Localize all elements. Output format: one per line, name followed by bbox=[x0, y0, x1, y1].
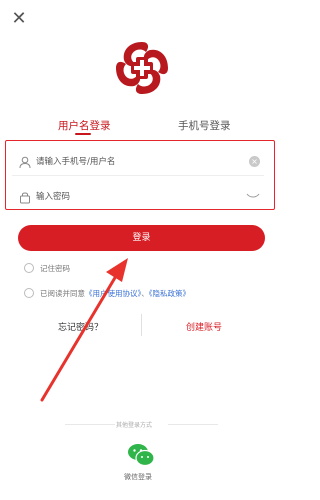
agreement-prefix: 已阅读并同意 bbox=[40, 289, 85, 298]
user-icon bbox=[19, 156, 31, 169]
other-login-title: 其他登录方式 bbox=[116, 422, 153, 429]
brand-logo bbox=[112, 38, 172, 98]
username-placeholder: 请输入手机号/用户名 bbox=[36, 157, 116, 167]
agreement-separator: 、 bbox=[141, 289, 149, 298]
password-placeholder: 输入密码 bbox=[36, 192, 71, 202]
wechat-login-label[interactable]: 微信登录 bbox=[124, 472, 152, 482]
brand-cross-logo-icon bbox=[116, 42, 168, 94]
privacy-policy-link[interactable]: 《隐私政策》 bbox=[149, 289, 190, 298]
divider-right bbox=[168, 424, 218, 425]
forgot-password-link[interactable]: 忘记密码？ bbox=[58, 320, 103, 333]
tab-active-indicator bbox=[75, 133, 91, 135]
wechat-icon[interactable] bbox=[126, 442, 156, 468]
lock-icon bbox=[20, 192, 30, 204]
agreement-text: 已阅读并同意《用户使用协议》、《隐私政策》 bbox=[40, 288, 190, 299]
create-account-link[interactable]: 创建账号 bbox=[186, 320, 222, 333]
user-agreement-link[interactable]: 《用户使用协议》 bbox=[85, 289, 141, 298]
tab-phone-login[interactable]: 手机号登录 bbox=[178, 118, 231, 133]
close-icon[interactable]: ✕ bbox=[10, 10, 28, 28]
agreement-radio[interactable] bbox=[24, 288, 34, 298]
divider-left bbox=[65, 424, 115, 425]
username-field[interactable]: 请输入手机号/用户名 × bbox=[12, 149, 264, 176]
remember-password-label: 记住密码 bbox=[40, 264, 70, 273]
remember-password-radio[interactable] bbox=[24, 263, 34, 273]
login-button[interactable]: 登录 bbox=[18, 225, 265, 251]
tab-username-login[interactable]: 用户名登录 bbox=[58, 118, 111, 133]
clear-icon[interactable]: × bbox=[249, 156, 260, 167]
divider bbox=[141, 314, 142, 336]
eye-closed-icon[interactable] bbox=[246, 192, 260, 200]
password-field[interactable]: 输入密码 bbox=[12, 184, 264, 210]
